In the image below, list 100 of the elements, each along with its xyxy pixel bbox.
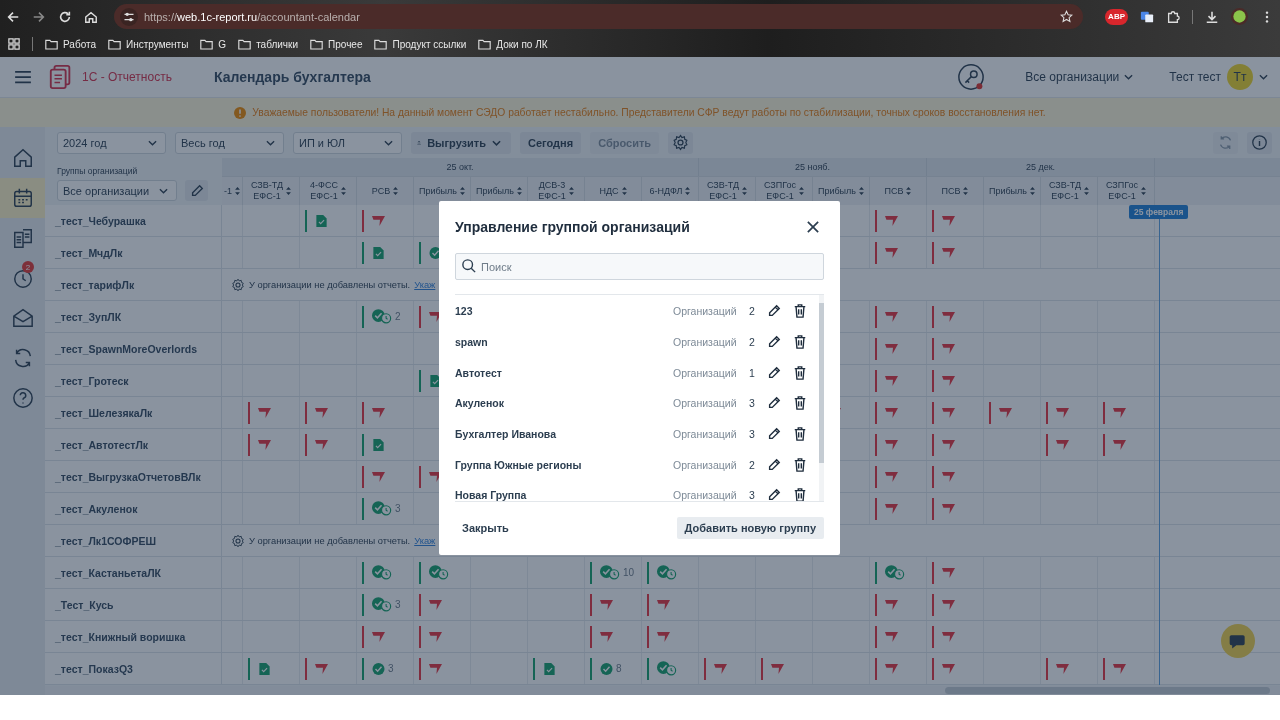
organization-name[interactable]: _Тест_Кусь bbox=[45, 589, 222, 620]
report-cell[interactable] bbox=[875, 593, 898, 616]
column-header[interactable]: Прибыль bbox=[984, 176, 1041, 205]
report-cell[interactable] bbox=[1046, 433, 1069, 456]
delete-icon[interactable] bbox=[793, 457, 807, 472]
home-icon[interactable] bbox=[84, 9, 98, 24]
bookmark-star-icon[interactable] bbox=[1060, 10, 1074, 23]
profile-avatar[interactable] bbox=[1231, 8, 1248, 25]
edit-icon[interactable] bbox=[767, 427, 781, 442]
adblock-extension-icon[interactable]: ABP bbox=[1105, 8, 1128, 25]
column-header[interactable]: Прибыль bbox=[813, 176, 870, 205]
report-cell[interactable] bbox=[1046, 657, 1069, 680]
organization-name[interactable]: _тест_ВыгрузкаОтчетовВЛк bbox=[45, 461, 222, 492]
group-select[interactable]: Все организации bbox=[57, 180, 177, 201]
column-header[interactable]: СЗВ-ТД ЕФС-1 bbox=[1041, 176, 1098, 205]
report-cell[interactable] bbox=[932, 401, 955, 424]
sidebar-item[interactable] bbox=[0, 178, 45, 218]
report-cell[interactable] bbox=[875, 241, 898, 264]
column-header[interactable]: СЗПГос ЕФС-1 bbox=[1098, 176, 1155, 205]
column-header[interactable]: ПСВ bbox=[870, 176, 927, 205]
delete-icon[interactable] bbox=[793, 427, 807, 442]
edit-icon[interactable] bbox=[767, 396, 781, 411]
site-settings-icon[interactable] bbox=[120, 7, 138, 26]
report-cell[interactable] bbox=[875, 337, 898, 360]
organization-name[interactable]: _тест_АвтотестЛк bbox=[45, 429, 222, 460]
notice-link[interactable]: Укаж bbox=[414, 535, 436, 546]
report-cell[interactable] bbox=[248, 657, 271, 680]
address-field[interactable]: https://web.1c-report.ru/accountant-calendar bbox=[114, 4, 1084, 29]
report-cell[interactable] bbox=[932, 369, 955, 392]
report-cell[interactable] bbox=[932, 337, 955, 360]
puzzle-icon[interactable] bbox=[1166, 9, 1180, 24]
menu-icon[interactable] bbox=[14, 70, 32, 84]
info-button[interactable] bbox=[1247, 131, 1272, 154]
report-cell[interactable] bbox=[248, 401, 271, 424]
report-cell[interactable] bbox=[362, 625, 385, 648]
report-cell[interactable] bbox=[590, 593, 613, 616]
edit-icon[interactable] bbox=[767, 304, 781, 319]
delete-icon[interactable] bbox=[793, 488, 807, 501]
column-header[interactable]: ПСВ bbox=[927, 176, 984, 205]
report-cell[interactable] bbox=[362, 433, 385, 456]
column-header[interactable]: 4-ФСС ЕФС-1 bbox=[300, 176, 357, 205]
translate-extension-icon[interactable] bbox=[1140, 9, 1154, 24]
report-cell[interactable] bbox=[362, 209, 385, 232]
report-cell[interactable] bbox=[932, 657, 955, 680]
today-button[interactable]: Сегодня bbox=[520, 131, 582, 154]
report-cell[interactable] bbox=[932, 433, 955, 456]
user-avatar[interactable]: Тт bbox=[1227, 64, 1253, 90]
organization-name[interactable]: _тест_Гротеск bbox=[45, 365, 222, 396]
edit-icon[interactable] bbox=[767, 335, 781, 350]
report-cell[interactable] bbox=[647, 561, 677, 584]
report-cell[interactable] bbox=[875, 465, 898, 488]
report-cell[interactable] bbox=[875, 625, 898, 648]
report-cell[interactable] bbox=[305, 433, 328, 456]
forward-icon[interactable] bbox=[32, 9, 46, 24]
reload-icon[interactable] bbox=[58, 9, 72, 24]
edit-icon[interactable] bbox=[767, 365, 781, 380]
report-cell[interactable]: 3 bbox=[362, 657, 394, 680]
download-icon[interactable] bbox=[1205, 9, 1219, 24]
organization-name[interactable]: _тест_Чебурашка bbox=[45, 205, 222, 236]
report-cell[interactable] bbox=[1103, 657, 1126, 680]
report-cell[interactable] bbox=[248, 433, 271, 456]
gear-icon[interactable] bbox=[231, 533, 245, 548]
report-cell[interactable] bbox=[1046, 401, 1069, 424]
scrollbar-thumb[interactable] bbox=[945, 687, 1270, 694]
close-icon[interactable] bbox=[807, 221, 819, 233]
bookmark-folder[interactable]: Прочее bbox=[310, 38, 363, 50]
report-cell[interactable] bbox=[761, 657, 784, 680]
report-cell[interactable] bbox=[362, 401, 385, 424]
report-cell[interactable] bbox=[1103, 401, 1126, 424]
delete-icon[interactable] bbox=[793, 365, 807, 380]
caret-icon[interactable] bbox=[1259, 74, 1268, 80]
report-cell[interactable] bbox=[419, 561, 449, 584]
entity-select[interactable]: ИП и ЮЛ bbox=[293, 131, 402, 154]
report-cell[interactable] bbox=[875, 305, 898, 328]
report-cell[interactable] bbox=[875, 369, 898, 392]
bookmark-folder[interactable]: Инструменты bbox=[108, 38, 189, 50]
report-cell[interactable]: 3 bbox=[362, 593, 401, 616]
report-cell[interactable] bbox=[362, 465, 385, 488]
organization-name[interactable]: _тест_Лк1СОФРЕШ bbox=[45, 525, 222, 556]
gear-icon[interactable] bbox=[231, 277, 245, 292]
sidebar-item[interactable]: 2 bbox=[0, 258, 45, 298]
report-cell[interactable]: 8 bbox=[590, 657, 622, 680]
report-cell[interactable] bbox=[932, 561, 955, 584]
report-cell[interactable] bbox=[932, 465, 955, 488]
report-cell[interactable] bbox=[305, 209, 328, 232]
report-cell[interactable] bbox=[1103, 433, 1126, 456]
report-cell[interactable] bbox=[932, 625, 955, 648]
export-button[interactable]: Выгрузить bbox=[411, 131, 511, 154]
report-cell[interactable] bbox=[875, 433, 898, 456]
bookmark-folder[interactable]: Доки по ЛК bbox=[478, 38, 548, 50]
column-header[interactable]: Прибыль bbox=[414, 176, 471, 205]
bookmark-folder[interactable]: таблички bbox=[238, 38, 299, 50]
edit-groups-button[interactable] bbox=[185, 180, 208, 201]
report-cell[interactable] bbox=[704, 657, 727, 680]
list-scrollbar[interactable] bbox=[819, 295, 824, 501]
delete-icon[interactable] bbox=[793, 396, 807, 411]
organization-name[interactable]: _тест_Книжный воришка bbox=[45, 621, 222, 652]
organization-name[interactable]: _тест_тарифЛк bbox=[45, 269, 222, 300]
report-cell[interactable]: 10 bbox=[590, 561, 635, 584]
organization-name[interactable]: _тест_КастаньетаЛК bbox=[45, 557, 222, 588]
